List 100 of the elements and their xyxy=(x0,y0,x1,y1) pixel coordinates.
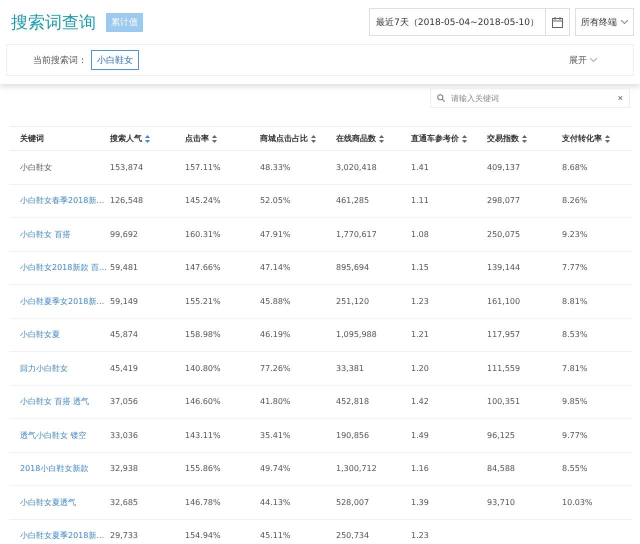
table-cell-text: 45.88% xyxy=(260,296,292,306)
table-cell-text: 35.41% xyxy=(260,430,292,440)
table-cell-text: 1.42 xyxy=(411,397,430,406)
sort-icon[interactable] xyxy=(379,134,384,142)
column-header[interactable]: 点击率 xyxy=(185,133,260,144)
table-cell-text: 155.86% xyxy=(185,464,222,474)
table-cell-text: 59,481 xyxy=(110,263,139,272)
keyword-link[interactable]: 2018小白鞋女新款 xyxy=(20,463,110,474)
chevron-down-icon xyxy=(590,58,597,62)
sort-icon[interactable] xyxy=(605,134,610,142)
chevron-down-icon xyxy=(621,20,628,24)
calendar-icon xyxy=(552,16,563,28)
keyword-cell-text: 小白鞋女 xyxy=(20,162,53,173)
table-cell-text: 157.11% xyxy=(185,162,222,172)
table-cell-text: 47.14% xyxy=(260,263,292,272)
table-cell-text: 33,381 xyxy=(336,364,365,373)
table-cell-text: 45.11% xyxy=(260,531,292,540)
keyword-link[interactable]: 小白鞋女夏 xyxy=(20,329,110,340)
table-cell-text: 251,120 xyxy=(336,296,370,306)
sort-icon[interactable] xyxy=(462,134,467,142)
table-cell-text: 8.68% xyxy=(562,162,588,172)
keyword-link[interactable]: 小白鞋女2018新款 百… xyxy=(20,262,110,274)
keyword-link[interactable]: 透气小白鞋女 镂空 xyxy=(20,430,110,441)
keyword-link[interactable]: 小白鞋女春季2018新… xyxy=(20,195,110,206)
table-cell-text: 44.13% xyxy=(260,498,292,507)
date-range-picker[interactable]: 最近7天（2018-05-04~2018-05-10） xyxy=(369,8,570,36)
table-cell-text: 1.41 xyxy=(411,162,430,172)
table-cell-text: 29,733 xyxy=(110,531,139,540)
table-cell-text: 1.08 xyxy=(411,230,430,239)
table-cell-text: 9.77% xyxy=(562,430,588,440)
table-cell-text: 93,710 xyxy=(487,498,516,507)
table-cell-text: 1.49 xyxy=(411,430,430,440)
table-cell-text: 160.31% xyxy=(185,230,222,239)
clear-button[interactable]: × xyxy=(618,93,623,103)
table-cell-text: 250,734 xyxy=(336,531,370,540)
table-cell-text: 140.80% xyxy=(185,364,222,373)
table-cell-text: 8.81% xyxy=(562,296,588,306)
table-cell-text: 145.24% xyxy=(185,196,222,206)
table-cell-text: 298,077 xyxy=(487,196,522,206)
keyword-link[interactable]: 小白鞋女夏季2018新… xyxy=(20,530,110,542)
table-cell-text: 41.80% xyxy=(260,397,292,406)
table-cell-text: 161,100 xyxy=(487,296,522,306)
page-title: 搜索词查询 xyxy=(11,12,96,34)
table-cell-text: 147.66% xyxy=(185,263,222,272)
table-cell-text: 9.23% xyxy=(562,230,588,239)
table-cell-text: 111,559 xyxy=(487,364,522,373)
table-cell-text: 9.85% xyxy=(562,397,588,406)
table-cell-text: 139,144 xyxy=(487,263,522,272)
table-cell-text: 45,874 xyxy=(110,330,139,340)
column-header[interactable]: 商城点击占比 xyxy=(260,133,336,144)
table-cell-text: 84,588 xyxy=(487,464,516,474)
table-cell-text: 461,285 xyxy=(336,196,370,206)
table-cell-text: 3,020,418 xyxy=(336,162,378,172)
column-header[interactable]: 直通车参考价 xyxy=(411,133,487,144)
sort-icon[interactable] xyxy=(311,134,316,142)
table-cell-text: 100,351 xyxy=(487,397,522,406)
table-cell-text: 1.39 xyxy=(411,498,430,507)
expand-button[interactable]: 展开 xyxy=(563,52,603,68)
keyword-link[interactable]: 小白鞋女 百搭 xyxy=(20,228,110,240)
table-cell-text: 46.19% xyxy=(260,330,292,340)
column-header[interactable]: 在线商品数 xyxy=(336,133,411,144)
table-cell-text: 154.94% xyxy=(185,531,222,540)
column-header[interactable]: 交易指数 xyxy=(487,133,562,144)
sort-icon[interactable] xyxy=(522,134,527,142)
keyword-tag[interactable]: 小白鞋女 xyxy=(91,50,139,70)
table-cell-text: 1,300,712 xyxy=(336,464,378,474)
filter-label: 当前搜索词： xyxy=(33,54,87,66)
table-cell-text: 77.26% xyxy=(260,364,292,373)
table-cell-text: 8.26% xyxy=(562,196,588,206)
table-cell-text: 8.55% xyxy=(562,464,588,474)
table-cell-text: 153,874 xyxy=(110,162,144,172)
column-header[interactable]: 支付转化率 xyxy=(562,133,632,144)
table-cell-text: 250,075 xyxy=(487,230,522,239)
column-header[interactable]: 搜索人气 xyxy=(110,133,185,144)
table-cell-text: 1.20 xyxy=(411,364,430,373)
cumulative-badge: 累计值 xyxy=(106,12,143,32)
sort-icon[interactable] xyxy=(212,134,217,142)
sort-icon[interactable] xyxy=(145,134,150,142)
table-cell-text: 7.77% xyxy=(562,263,588,272)
column-header: 关键词 xyxy=(20,133,45,144)
table-cell-text: 10.03% xyxy=(562,498,594,507)
table-cell-text: 59,149 xyxy=(110,296,139,306)
table-cell-text: 8.53% xyxy=(562,330,588,340)
table-cell-text: 52.05% xyxy=(260,196,292,206)
table-cell-text: 895,694 xyxy=(336,263,370,272)
table-cell-text: 32,685 xyxy=(110,498,139,507)
device-select[interactable]: 所有终端 xyxy=(575,8,634,36)
keyword-link[interactable]: 小白鞋女 百搭 透气 xyxy=(20,396,110,408)
table-cell-text: 1.11 xyxy=(411,196,430,206)
table-cell-text: 1.23 xyxy=(411,296,430,306)
table-cell-text: 146.78% xyxy=(185,498,222,507)
keyword-link[interactable]: 小白鞋女夏透气 xyxy=(20,496,110,508)
table-cell-text: 409,137 xyxy=(487,162,522,172)
keyword-search-field[interactable]: 请输入关键词 × xyxy=(430,88,630,108)
table-cell-text: 32,938 xyxy=(110,464,139,474)
keyword-link[interactable]: 小白鞋夏季女2018新… xyxy=(20,296,110,307)
table-cell-text: 37,056 xyxy=(110,397,139,406)
table-cell-text: 33,036 xyxy=(110,430,139,440)
table-cell-text: 143.11% xyxy=(185,430,222,440)
keyword-link[interactable]: 回力小白鞋女 xyxy=(20,362,110,374)
